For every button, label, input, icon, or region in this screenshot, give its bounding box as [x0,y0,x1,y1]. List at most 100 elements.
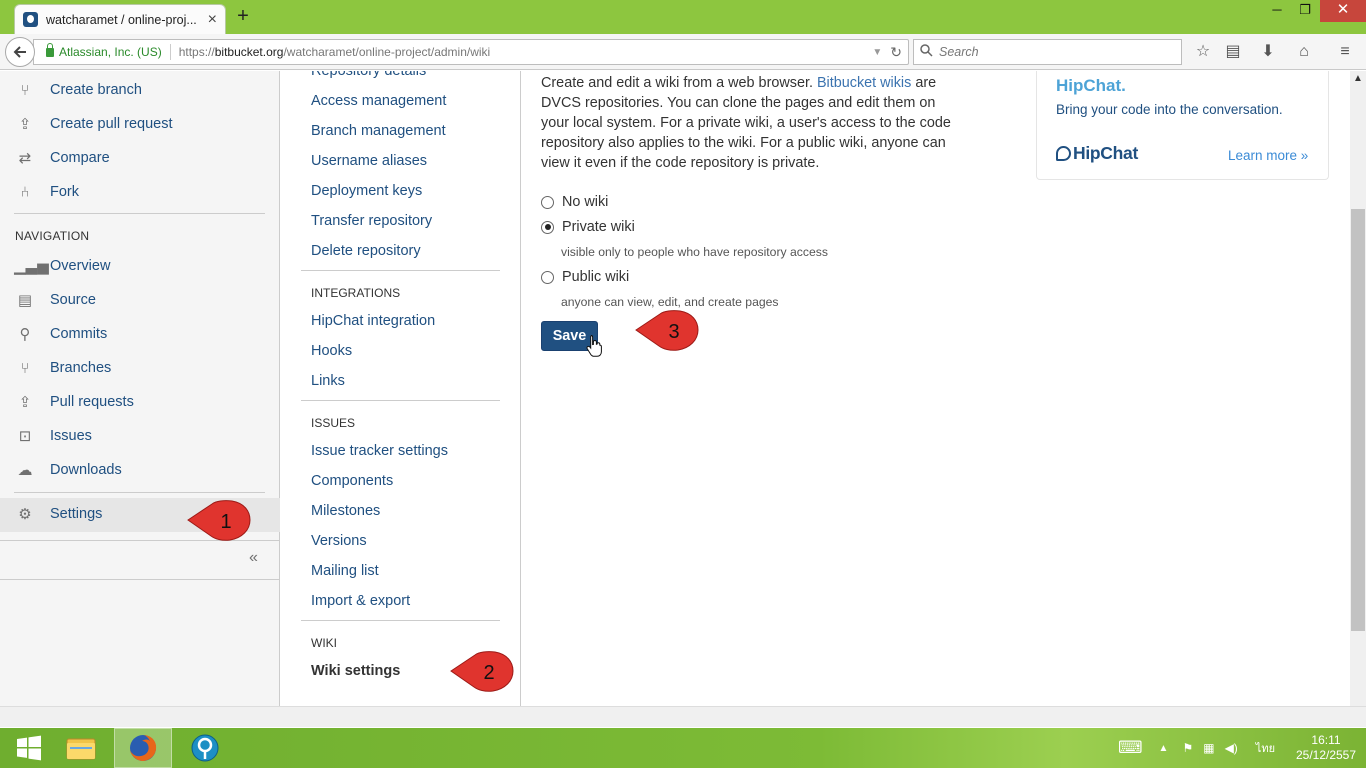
create-pull-request-link[interactable]: ⇪ Create pull request [14,109,173,139]
input-language[interactable]: ไทย [1256,739,1275,757]
scroll-up-icon[interactable]: ▲ [1353,73,1363,84]
settings-link-import-export[interactable]: Import & export [311,593,410,609]
no-wiki-radio[interactable] [541,195,554,209]
horizontal-scrollbar[interactable] [0,706,1366,727]
action-center-flag-icon[interactable]: ⚑ [1182,741,1193,755]
url-path: /watcharamet/online-project/admin/wiki [283,45,491,59]
settings-link-components[interactable]: Components [311,473,393,489]
sidebar-item-source[interactable]: ▤ Source [14,285,96,315]
firefox-button[interactable] [114,728,172,768]
browser-titlebar: watcharamet / online-proj... × + ─ ❐ ✕ [0,0,1366,34]
url-text[interactable]: https://bitbucket.org/watcharamet/online… [179,45,873,59]
back-button[interactable] [5,37,35,67]
nav-divider [14,213,265,214]
sidebar-item-pull-requests[interactable]: ⇪ Pull requests [14,387,134,417]
nav-divider [0,579,280,580]
tab-close-icon[interactable]: × [208,11,217,29]
url-domain: bitbucket.org [214,45,284,59]
bitbucket-favicon-icon [23,12,38,27]
settings-link-links[interactable]: Links [311,373,345,389]
public-wiki-description: anyone can view, edit, and create pages [561,295,779,309]
learn-more-link[interactable]: Learn more » [1228,148,1308,163]
close-window-button[interactable]: ✕ [1320,0,1366,22]
url-bar[interactable]: Atlassian, Inc. (US) https://bitbucket.o… [33,39,909,65]
volume-icon[interactable]: ◀) [1225,741,1238,755]
settings-link-hipchat-integration[interactable]: HipChat integration [311,313,435,329]
compare-link[interactable]: ⇄ Compare [14,143,110,173]
create-branch-link[interactable]: ⑂ Create branch [14,75,141,105]
network-icon[interactable]: ▦ [1203,741,1214,755]
settings-link-wiki-settings[interactable]: Wiki settings [311,663,400,679]
pull-request-icon: ⇪ [18,116,32,133]
private-wiki-option[interactable]: Private wiki [541,219,635,235]
settings-link-mailing-list[interactable]: Mailing list [311,563,379,579]
settings-nav: Repository details Access management Bra… [281,71,521,706]
private-wiki-radio[interactable] [541,220,554,234]
sidebar-item-label: Commits [50,326,108,342]
fork-icon: ⑃ [20,183,30,201]
settings-link-access-management[interactable]: Access management [311,93,446,109]
app-button[interactable] [176,728,234,768]
settings-link-branch-management[interactable]: Branch management [311,123,446,139]
settings-nav-divider [301,400,500,401]
browser-tab[interactable]: watcharamet / online-proj... × [14,4,226,34]
clock-time: 16:11 [1311,733,1341,747]
vertical-scrollbar[interactable]: ▲ ▼ [1350,71,1366,724]
sidebar-item-branches[interactable]: ⑂ Branches [14,353,111,383]
bookmark-star-icon[interactable]: ☆ [1192,42,1214,64]
no-wiki-option[interactable]: No wiki [541,194,608,210]
sidebar-item-overview[interactable]: ▁▃▅ Overview [14,251,110,281]
reading-list-icon[interactable]: ▤ [1222,42,1244,64]
public-wiki-radio[interactable] [541,270,554,284]
public-wiki-option[interactable]: Public wiki [541,269,629,285]
tab-title: watcharamet / online-proj... [46,12,197,27]
settings-link-hooks[interactable]: Hooks [311,343,352,359]
page-content: ⑂ Create branch ⇪ Create pull request ⇄ … [0,71,1350,706]
annotation-callout-3: 3 [635,310,699,351]
hipchat-bubble-icon [1056,146,1071,161]
system-tray: ⌨ ▲ ⚑ ▦ ◀) ไทย [1118,728,1275,768]
new-tab-button[interactable]: + [233,5,253,27]
home-icon[interactable]: ⌂ [1293,42,1315,64]
sidebar-item-commits[interactable]: ⚲ Commits [14,319,108,349]
settings-link-versions[interactable]: Versions [311,533,367,549]
reload-icon[interactable]: ↻ [890,44,902,61]
issues-heading: ISSUES [311,416,356,430]
windows-logo-icon [17,735,41,761]
url-prefix: https:// [178,45,215,59]
sidebar-item-downloads[interactable]: ☁ Downloads [14,455,122,485]
fork-link[interactable]: ⑃ Fork [14,177,79,207]
menu-icon[interactable]: ≡ [1334,42,1356,64]
settings-link-repository-details[interactable]: Repository details [311,71,426,79]
sidebar-item-settings[interactable]: ⚙ Settings [14,499,102,529]
file-explorer-button[interactable] [52,728,110,768]
settings-link-transfer-repository[interactable]: Transfer repository [311,213,432,229]
settings-link-deployment-keys[interactable]: Deployment keys [311,183,422,199]
restore-button[interactable]: ❐ [1292,0,1318,22]
folder-icon [66,738,96,760]
download-icon[interactable]: ⬇ [1257,42,1279,64]
clock[interactable]: 16:11 25/12/2557 [1294,733,1358,763]
settings-link-milestones[interactable]: Milestones [311,503,380,519]
search-bar[interactable]: Search [913,39,1182,65]
minimize-button[interactable]: ─ [1264,0,1290,22]
sidebar-item-label: Branches [50,360,112,376]
integrations-heading: INTEGRATIONS [311,286,401,300]
site-identity[interactable]: Atlassian, Inc. (US) [59,45,162,59]
scrollbar-thumb[interactable] [1351,209,1365,631]
history-dropdown-icon[interactable]: ▼ [872,47,882,58]
start-button[interactable] [0,728,58,768]
keyboard-icon[interactable]: ⌨ [1118,738,1143,758]
wiki-description-text: Create and edit a wiki from a web browse… [541,75,817,91]
settings-link-issue-tracker-settings[interactable]: Issue tracker settings [311,443,448,459]
settings-nav-divider [301,620,500,621]
promo-title: HipChat. [1056,76,1126,95]
collapse-sidebar-icon[interactable]: « [249,549,258,567]
show-hidden-icons[interactable]: ▲ [1159,743,1169,754]
sidebar-item-label: Settings [50,506,103,522]
settings-link-username-aliases[interactable]: Username aliases [311,153,427,169]
bitbucket-wikis-link[interactable]: Bitbucket wikis [817,75,911,91]
search-icon [920,44,933,60]
settings-link-delete-repository[interactable]: Delete repository [311,243,421,259]
sidebar-item-issues[interactable]: ⊡ Issues [14,421,92,451]
